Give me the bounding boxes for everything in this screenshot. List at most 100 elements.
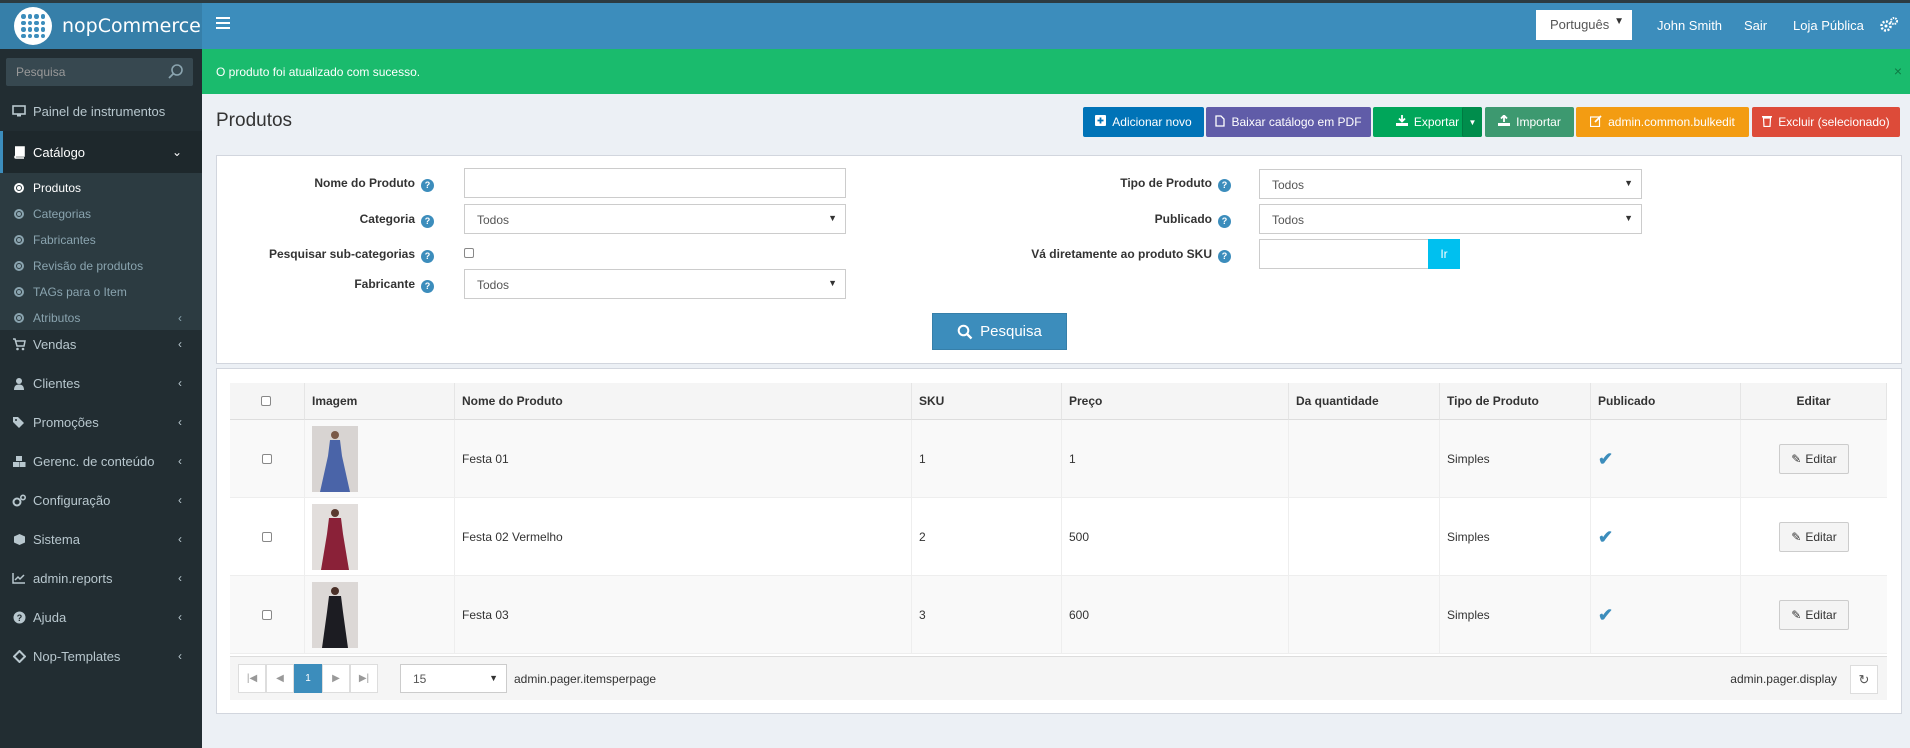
help-icon[interactable]: ? [1218, 179, 1231, 192]
quantity-cell [1289, 498, 1440, 576]
add-new-label: Adicionar novo [1112, 115, 1192, 129]
refresh-icon[interactable]: ↻ [1850, 665, 1878, 694]
import-button[interactable]: Importar [1485, 107, 1574, 137]
column-header[interactable]: Tipo de Produto [1440, 383, 1591, 420]
page-button-current[interactable]: 1 [294, 664, 322, 693]
next-page-icon[interactable]: ▶ [322, 664, 350, 693]
product-image[interactable] [312, 504, 358, 570]
help-icon[interactable]: ? [1218, 215, 1231, 228]
logout-link[interactable]: Sair [1744, 18, 1767, 33]
table-row: Festa 01 1 1 Simples ✔ ✎ Editar [230, 420, 1887, 498]
edit-button[interactable]: ✎ Editar [1779, 444, 1849, 474]
column-header[interactable]: SKU [912, 383, 1062, 420]
desktop-icon [12, 104, 26, 118]
sidebar-subitem-product-reviews[interactable]: Revisão de produtos [0, 253, 202, 279]
price-cell: 500 [1062, 498, 1289, 576]
product-name-label: Nome do Produto? [250, 176, 434, 192]
delete-selected-button[interactable]: Excluir (selecionado) [1752, 107, 1900, 137]
sidebar-subitem-manufacturers[interactable]: Fabricantes [0, 227, 202, 253]
row-checkbox[interactable] [262, 454, 272, 464]
category-label: Categoria? [250, 212, 434, 228]
published-select[interactable]: Todos ▼ [1259, 204, 1642, 234]
search-subcategories-checkbox[interactable] [464, 248, 474, 258]
catalog-submenu: Produtos Categorias Fabricantes Revisão … [0, 173, 202, 330]
help-icon[interactable]: ? [421, 250, 434, 263]
go-to-sku-button[interactable]: Ir [1428, 239, 1460, 269]
sidebar-subitem-products[interactable]: Produtos [0, 175, 202, 201]
gears-icon[interactable] [1879, 16, 1899, 34]
sidebar-item-customers[interactable]: Clientes ‹ [0, 364, 202, 402]
sidebar-item-promotions[interactable]: Promoções ‹ [0, 403, 202, 441]
help-icon[interactable]: ? [421, 280, 434, 293]
column-header[interactable]: Imagem [305, 383, 455, 420]
row-checkbox[interactable] [262, 610, 272, 620]
download-icon [1395, 115, 1408, 129]
sku-cell: 1 [912, 420, 1062, 498]
sidebar-toggle-icon[interactable] [216, 17, 230, 29]
user-name-link[interactable]: John Smith [1657, 18, 1722, 33]
select-all-checkbox[interactable] [261, 396, 271, 406]
chevron-left-icon: ‹ [178, 493, 182, 507]
bulk-edit-button[interactable]: admin.common.bulkedit [1576, 107, 1749, 137]
column-header[interactable]: Preço [1062, 383, 1289, 420]
go-button-label: Ir [1440, 247, 1448, 261]
sidebar-subitem-product-tags[interactable]: TAGs para o Item [0, 279, 202, 305]
close-icon[interactable]: × [1894, 63, 1902, 79]
edit-button[interactable]: ✎ Editar [1779, 600, 1849, 630]
cart-icon [12, 337, 26, 351]
goto-sku-input[interactable] [1259, 239, 1430, 269]
search-button[interactable]: Pesquisa [932, 313, 1067, 350]
sidebar-item-system[interactable]: Sistema ‹ [0, 520, 202, 558]
search-button-label: Pesquisa [980, 323, 1042, 340]
previous-page-icon[interactable]: ◀ [266, 664, 294, 693]
export-dropdown-toggle[interactable]: ▼ [1462, 107, 1482, 137]
subitem-label: Produtos [33, 181, 82, 195]
column-header[interactable]: Publicado [1591, 383, 1741, 420]
language-select[interactable]: Português ▼ [1536, 10, 1632, 40]
app-logo[interactable]: nopCommerce [0, 3, 202, 49]
items-per-page-select[interactable]: 15 ▼ [400, 664, 507, 693]
help-icon[interactable]: ? [421, 215, 434, 228]
published-cell: ✔ [1591, 498, 1741, 576]
download-pdf-button[interactable]: Baixar catálogo em PDF [1206, 107, 1371, 137]
sidebar-item-catalog[interactable]: Catálogo ⌄ [0, 131, 202, 173]
edit-button[interactable]: ✎ Editar [1779, 522, 1849, 552]
add-new-button[interactable]: Adicionar novo [1083, 107, 1204, 137]
product-type-value: Todos [1272, 178, 1305, 192]
sidebar-item-nop-templates[interactable]: Nop-Templates ‹ [0, 637, 202, 675]
line-chart-icon [12, 571, 26, 585]
sidebar-item-help[interactable]: ? Ajuda ‹ [0, 598, 202, 636]
sidebar-subitem-categories[interactable]: Categorias [0, 201, 202, 227]
first-page-icon[interactable]: |◀ [238, 664, 266, 693]
category-select[interactable]: Todos ▼ [464, 204, 846, 234]
column-header[interactable]: Editar [1741, 383, 1887, 420]
column-header[interactable]: Da quantidade [1289, 383, 1440, 420]
product-image[interactable] [312, 582, 358, 648]
help-icon[interactable]: ? [1218, 250, 1231, 263]
product-image[interactable] [312, 426, 358, 492]
last-page-icon[interactable]: ▶| [350, 664, 378, 693]
published-cell: ✔ [1591, 576, 1741, 654]
manufacturer-select[interactable]: Todos ▼ [464, 269, 846, 299]
caret-down-icon: ▼ [1468, 117, 1477, 127]
sidebar-item-label: Ajuda [33, 609, 67, 625]
caret-down-icon: ▼ [1624, 178, 1633, 188]
public-store-link[interactable]: Loja Pública [1793, 18, 1864, 33]
column-header[interactable]: Nome do Produto [455, 383, 912, 420]
product-type-select[interactable]: Todos ▼ [1259, 169, 1642, 199]
sidebar-item-sales[interactable]: Vendas ‹ [0, 325, 202, 363]
sidebar-item-configuration[interactable]: Configuração ‹ [0, 481, 202, 519]
subitem-label: Revisão de produtos [33, 259, 144, 273]
sidebar-item-reports[interactable]: admin.reports ‹ [0, 559, 202, 597]
published-label: Publicado? [1000, 212, 1231, 228]
sidebar-item-content-management[interactable]: Gerenc. de conteúdo ‹ [0, 442, 202, 480]
help-icon[interactable]: ? [421, 179, 434, 192]
select-all-header [230, 383, 305, 420]
sidebar-item-dashboard[interactable]: Painel de instrumentos [0, 92, 202, 130]
row-checkbox[interactable] [262, 532, 272, 542]
caret-down-icon: ▼ [489, 673, 498, 683]
label-text: Fabricante [354, 277, 415, 291]
product-name-input[interactable] [464, 168, 846, 198]
sidebar-search-input[interactable]: Pesquisa [6, 58, 193, 86]
search-icon[interactable] [167, 63, 185, 81]
